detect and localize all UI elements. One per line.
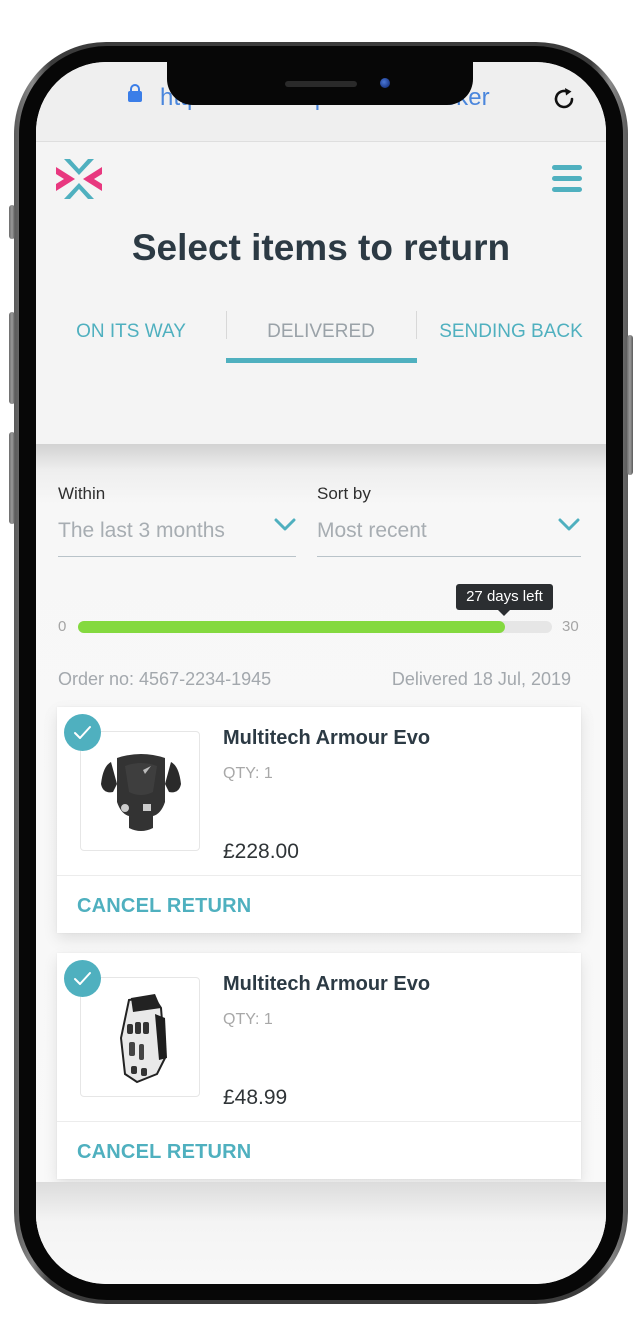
status-tabs: ON ITS WAY DELIVERED SENDING BACK — [36, 305, 606, 363]
item-quantity: QTY: 1 — [223, 765, 273, 782]
return-window-progress — [78, 621, 552, 633]
within-select[interactable]: The last 3 months — [58, 519, 225, 543]
within-label: Within — [58, 484, 106, 503]
page-title: Select items to return — [131, 227, 511, 268]
sort-by-underline — [317, 556, 581, 557]
tab-delivered[interactable]: DELIVERED — [226, 305, 416, 363]
order-number: Order no: 4567-2234-1945 — [58, 669, 272, 689]
days-left-tooltip: 27 days left — [456, 584, 553, 616]
cancel-return-button[interactable]: CANCEL RETURN — [77, 895, 251, 918]
chevron-down-icon[interactable] — [274, 518, 296, 532]
hamburger-menu-icon[interactable] — [552, 165, 582, 193]
item-name: Multitech Armour Evo — [223, 973, 431, 995]
active-tab-indicator — [226, 358, 417, 363]
xsport-logo[interactable] — [56, 157, 102, 201]
return-item-card: Multitech Armour Evo QTY: 1 £228.00 CANC… — [57, 707, 581, 933]
progress-fill — [78, 621, 505, 633]
page-bottom-area — [36, 1182, 606, 1284]
return-item-card: Multitech Armour Evo QTY: 1 £48.99 CANCE… — [57, 953, 581, 1179]
chevron-down-icon[interactable] — [558, 518, 580, 532]
sort-by-select[interactable]: Most recent — [317, 519, 427, 543]
item-name: Multitech Armour Evo — [223, 727, 431, 749]
within-underline — [58, 556, 296, 557]
phone-silent-switch — [9, 205, 15, 239]
item-price: £48.99 — [223, 1086, 288, 1109]
item-quantity: QTY: 1 — [223, 1011, 273, 1028]
reload-icon[interactable] — [552, 86, 578, 112]
card-divider — [57, 875, 581, 876]
card-divider — [57, 1121, 581, 1122]
phone-volume-up-button — [9, 312, 15, 404]
phone-power-button — [627, 335, 633, 475]
cancel-return-button[interactable]: CANCEL RETURN — [77, 1141, 251, 1164]
item-price: £228.00 — [223, 840, 299, 863]
sort-by-label: Sort by — [317, 484, 371, 503]
order-content: Within The last 3 months Sort by Most re… — [36, 444, 606, 1224]
phone-volume-down-button — [9, 432, 15, 524]
phone-notch — [167, 61, 473, 105]
delivered-date: Delivered 18 Jul, 2019 — [391, 669, 571, 689]
tab-on-its-way[interactable]: ON ITS WAY — [36, 305, 226, 363]
selected-check-icon[interactable] — [64, 960, 101, 997]
progress-min-label: 0 — [58, 618, 67, 635]
lock-icon — [128, 84, 142, 102]
tab-sending-back[interactable]: SENDING BACK — [416, 305, 606, 363]
progress-max-label: 30 — [562, 618, 579, 635]
phone-screen: https://www.xsport.com/tracker Select it… — [36, 62, 606, 1284]
front-camera — [380, 78, 390, 88]
selected-check-icon[interactable] — [64, 714, 101, 751]
speaker-grille — [285, 81, 357, 87]
